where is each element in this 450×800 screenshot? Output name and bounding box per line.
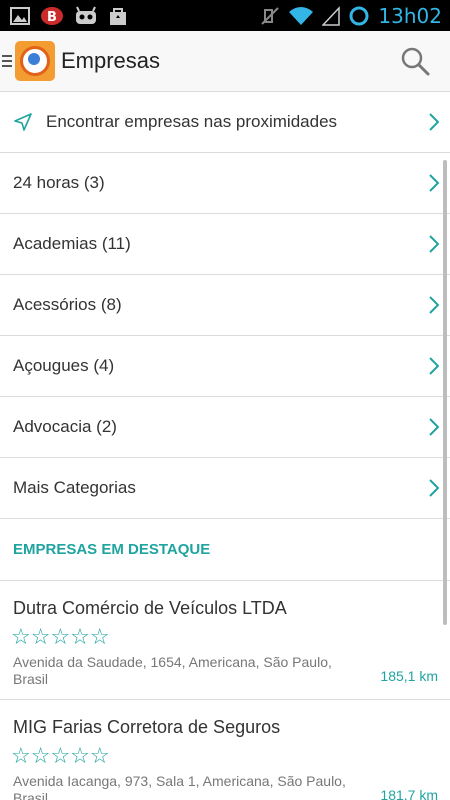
scrollbar[interactable] (443, 160, 447, 625)
company-item[interactable]: Dutra Comércio de Veículos LTDA ☆☆☆☆☆ Av… (0, 581, 450, 700)
category-label: Acessórios (8) (13, 295, 122, 314)
chevron-right-icon (429, 296, 439, 314)
action-bar: Empresas (0, 31, 450, 92)
svg-text:B: B (47, 10, 57, 25)
category-row[interactable]: Academias (11) (0, 214, 450, 275)
chevron-right-icon (429, 479, 439, 497)
nearby-label: Encontrar empresas nas proximidades (46, 112, 338, 131)
nearby-companies-row[interactable]: Encontrar empresas nas proximidades (0, 92, 450, 153)
chevron-right-icon (429, 418, 439, 436)
category-row[interactable]: Açougues (4) (0, 336, 450, 397)
android-icon (74, 6, 98, 26)
more-categories-row[interactable]: Mais Categorias (0, 458, 450, 519)
company-distance: 181,7 km (380, 787, 438, 800)
category-label: Academias (11) (13, 234, 131, 253)
shopping-bag-icon (108, 6, 128, 26)
company-address: Avenida da Saudade, 1654, Americana, São… (13, 654, 332, 687)
b-app-icon: B (40, 6, 64, 26)
category-row[interactable]: Advocacia (2) (0, 397, 450, 458)
app-logo[interactable] (15, 41, 55, 81)
company-item[interactable]: MIG Farias Corretora de Seguros ☆☆☆☆☆ Av… (0, 700, 450, 800)
signal-icon (322, 5, 341, 26)
status-time: 13h02 (378, 3, 442, 28)
search-button[interactable] (400, 46, 430, 76)
location-arrow-icon (14, 113, 32, 131)
company-name: Dutra Comércio de Veículos LTDA (13, 598, 287, 618)
category-row[interactable]: 24 horas (3) (0, 153, 450, 214)
rating-stars-icon: ☆☆☆☆☆ (11, 625, 110, 650)
rating-stars-icon: ☆☆☆☆☆ (11, 744, 110, 769)
status-bar: B 13h02 (0, 0, 450, 31)
sync-circle-icon (348, 5, 370, 27)
chevron-right-icon (429, 235, 439, 253)
company-address: Avenida Iacanga, 973, Sala 1, Americana,… (13, 773, 346, 800)
chevron-right-icon (429, 357, 439, 375)
main-content: Encontrar empresas nas proximidades 24 h… (0, 92, 450, 800)
company-name: MIG Farias Corretora de Seguros (13, 717, 281, 737)
featured-section-title: EMPRESAS EM DESTAQUE (0, 519, 450, 581)
drawer-menu-icon[interactable] (2, 55, 12, 67)
chevron-right-icon (429, 113, 439, 131)
category-label: Açougues (4) (13, 356, 115, 375)
category-row[interactable]: Acessórios (8) (0, 275, 450, 336)
category-label: Mais Categorias (13, 478, 136, 497)
wifi-icon (288, 6, 314, 26)
category-label: Advocacia (2) (13, 417, 117, 436)
chevron-right-icon (429, 174, 439, 192)
category-label: 24 horas (3) (13, 173, 105, 192)
gallery-icon (10, 6, 30, 25)
company-distance: 185,1 km (380, 668, 438, 684)
mute-icon (260, 6, 280, 26)
search-icon (401, 47, 430, 76)
page-title: Empresas (61, 48, 161, 73)
